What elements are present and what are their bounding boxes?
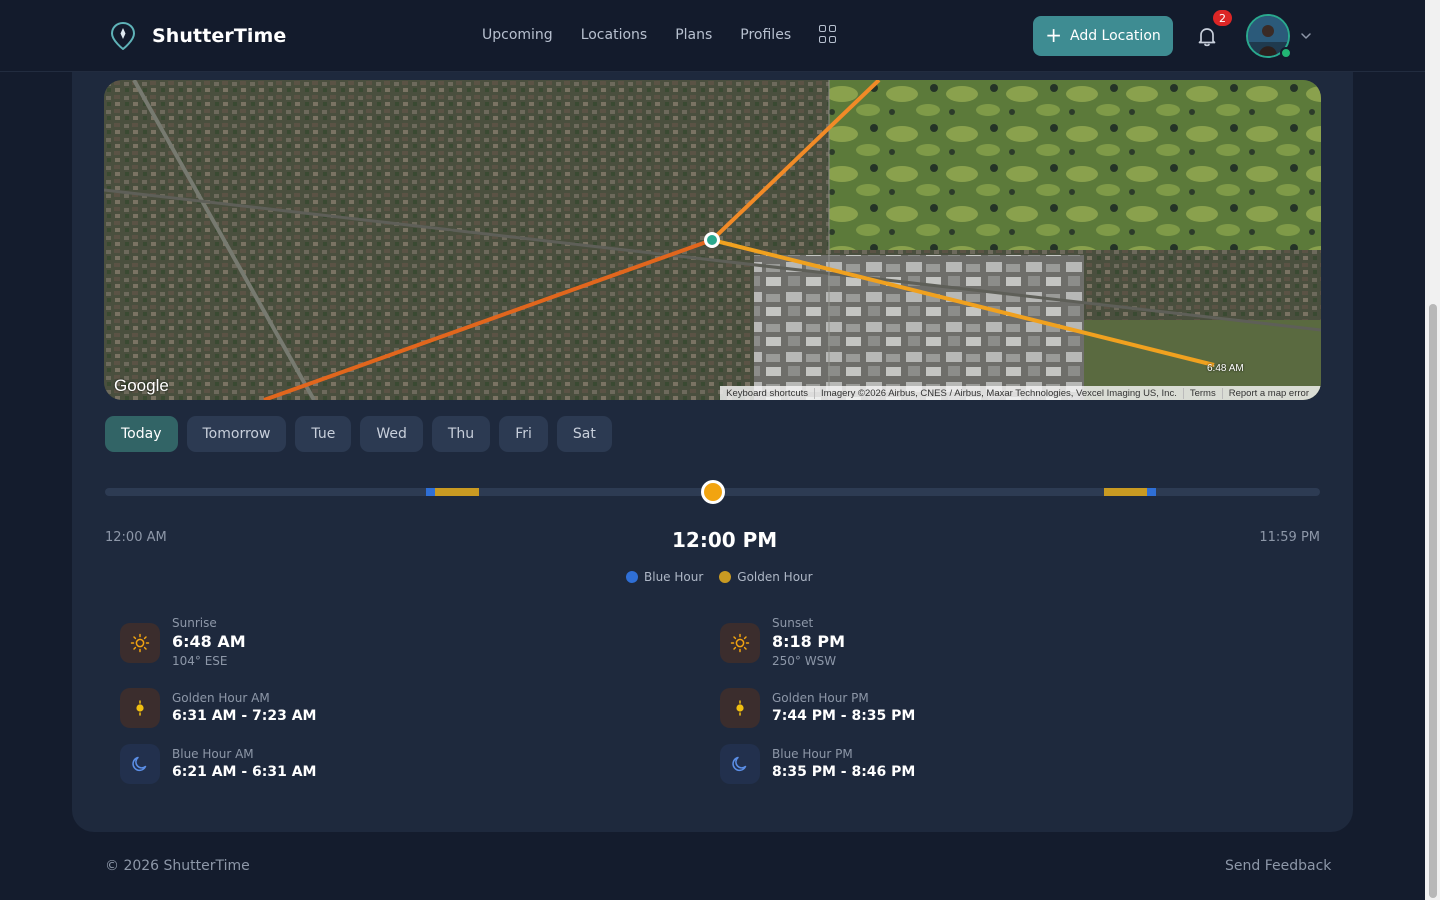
notification-badge: 2 bbox=[1213, 10, 1232, 26]
sunrise-time: 6:48 AM bbox=[172, 632, 246, 651]
plus-icon: + bbox=[1045, 23, 1062, 47]
moon-icon bbox=[120, 744, 160, 784]
chevron-down-icon[interactable] bbox=[1300, 30, 1312, 42]
map-attribution: Keyboard shortcuts Imagery ©2026 Airbus,… bbox=[720, 386, 1321, 400]
sunset-time: 8:18 PM bbox=[772, 632, 846, 651]
tab-fri[interactable]: Fri bbox=[499, 416, 548, 452]
legend-blue-label: Blue Hour bbox=[644, 570, 704, 584]
online-status-dot bbox=[1280, 47, 1292, 59]
legend-golden-label: Golden Hour bbox=[737, 570, 813, 584]
grid-icon[interactable] bbox=[819, 25, 837, 43]
tab-today[interactable]: Today bbox=[105, 416, 178, 452]
legend: Blue Hour Golden Hour bbox=[626, 570, 829, 584]
golden-hour-segment bbox=[1104, 488, 1148, 496]
golden-hour-icon bbox=[720, 688, 760, 728]
sunrise-azimuth: 104° ESE bbox=[172, 654, 228, 668]
blue-hour-am-range: 6:21 AM - 6:31 AM bbox=[172, 763, 317, 780]
tab-tomorrow[interactable]: Tomorrow bbox=[186, 416, 287, 452]
golden-hour-pm-label: Golden Hour PM bbox=[772, 690, 869, 705]
satellite-map-image bbox=[104, 80, 1321, 400]
legend-blue-hour: Blue Hour bbox=[626, 570, 703, 584]
time-slider-thumb[interactable] bbox=[700, 480, 725, 504]
bell-icon[interactable] bbox=[1195, 24, 1219, 48]
timeline-current-time: 12:00 PM bbox=[672, 528, 778, 552]
nav-plans[interactable]: Plans bbox=[675, 27, 712, 43]
tab-sat[interactable]: Sat bbox=[556, 416, 612, 452]
blue-hour-segment bbox=[426, 488, 435, 496]
sunrise-label: Sunrise bbox=[172, 616, 217, 630]
sunrise-direction-label: 6:48 AM bbox=[1207, 363, 1244, 374]
brand[interactable]: ShutterTime bbox=[110, 22, 286, 50]
scrollbar-thumb[interactable] bbox=[1429, 304, 1437, 898]
top-navbar: ShutterTime Upcoming Locations Plans Pro… bbox=[0, 0, 1425, 72]
golden-hour-pm-info: Golden Hour PM 7:44 PM - 8:35 PM bbox=[720, 688, 915, 728]
moon-icon bbox=[720, 744, 760, 784]
main-nav: Upcoming Locations Plans Profiles bbox=[482, 25, 837, 43]
blue-hour-pm-info: Blue Hour PM 8:35 PM - 8:46 PM bbox=[720, 744, 915, 784]
sun-icon bbox=[120, 622, 160, 663]
imagery-credit: Imagery ©2026 Airbus, CNES / Airbus, Max… bbox=[814, 387, 1183, 399]
nav-upcoming[interactable]: Upcoming bbox=[482, 27, 553, 43]
blue-hour-pm-range: 8:35 PM - 8:46 PM bbox=[772, 763, 916, 780]
golden-hour-pm-range: 7:44 PM - 8:35 PM bbox=[772, 707, 916, 724]
golden-hour-icon bbox=[120, 688, 160, 728]
sunset-info: Sunset 8:18 PM 250° WSW bbox=[720, 616, 845, 669]
legend-golden-hour: Golden Hour bbox=[719, 570, 813, 584]
keyboard-shortcuts-link[interactable]: Keyboard shortcuts bbox=[720, 388, 814, 399]
nav-profiles[interactable]: Profiles bbox=[740, 27, 791, 43]
sunset-label: Sunset bbox=[772, 616, 814, 630]
golden-hour-am-range: 6:31 AM - 7:23 AM bbox=[172, 707, 317, 724]
tab-tue[interactable]: Tue bbox=[295, 416, 352, 452]
add-location-button[interactable]: + Add Location bbox=[1033, 16, 1173, 56]
timeline-end-label: 11:59 PM bbox=[1259, 530, 1320, 545]
nav-locations[interactable]: Locations bbox=[581, 27, 648, 43]
blue-hour-am-label: Blue Hour AM bbox=[172, 746, 254, 761]
report-error-link[interactable]: Report a map error bbox=[1221, 387, 1315, 399]
golden-hour-am-info: Golden Hour AM 6:31 AM - 7:23 AM bbox=[120, 688, 316, 728]
brand-name: ShutterTime bbox=[152, 25, 287, 47]
map-pin-icon bbox=[110, 22, 136, 50]
golden-hour-am-label: Golden Hour AM bbox=[172, 690, 270, 705]
golden-hour-dot bbox=[719, 571, 732, 583]
day-tabs: Today Tomorrow Tue Wed Thu Fri Sat bbox=[105, 416, 621, 452]
blue-hour-segment bbox=[1147, 488, 1157, 496]
tab-thu[interactable]: Thu bbox=[431, 416, 491, 452]
terms-link[interactable]: Terms bbox=[1182, 387, 1222, 399]
timeline-start-label: 12:00 AM bbox=[105, 530, 167, 545]
blue-hour-dot bbox=[626, 571, 638, 583]
blue-hour-am-info: Blue Hour AM 6:21 AM - 6:31 AM bbox=[120, 744, 316, 784]
add-location-label: Add Location bbox=[1069, 28, 1161, 44]
sun-icon bbox=[720, 622, 760, 663]
google-logo: Google bbox=[114, 376, 169, 395]
map[interactable]: Google 6:48 AM Keyboard shortcuts Imager… bbox=[104, 80, 1321, 400]
sunrise-info: Sunrise 6:48 AM 104° ESE bbox=[120, 616, 246, 669]
blue-hour-pm-label: Blue Hour PM bbox=[772, 746, 853, 761]
sunset-azimuth: 250° WSW bbox=[772, 654, 837, 668]
golden-hour-segment bbox=[434, 488, 479, 496]
send-feedback-link[interactable]: Send Feedback bbox=[1225, 858, 1331, 874]
footer-copyright: © 2026 ShutterTime bbox=[105, 858, 250, 874]
tab-wed[interactable]: Wed bbox=[360, 416, 423, 452]
